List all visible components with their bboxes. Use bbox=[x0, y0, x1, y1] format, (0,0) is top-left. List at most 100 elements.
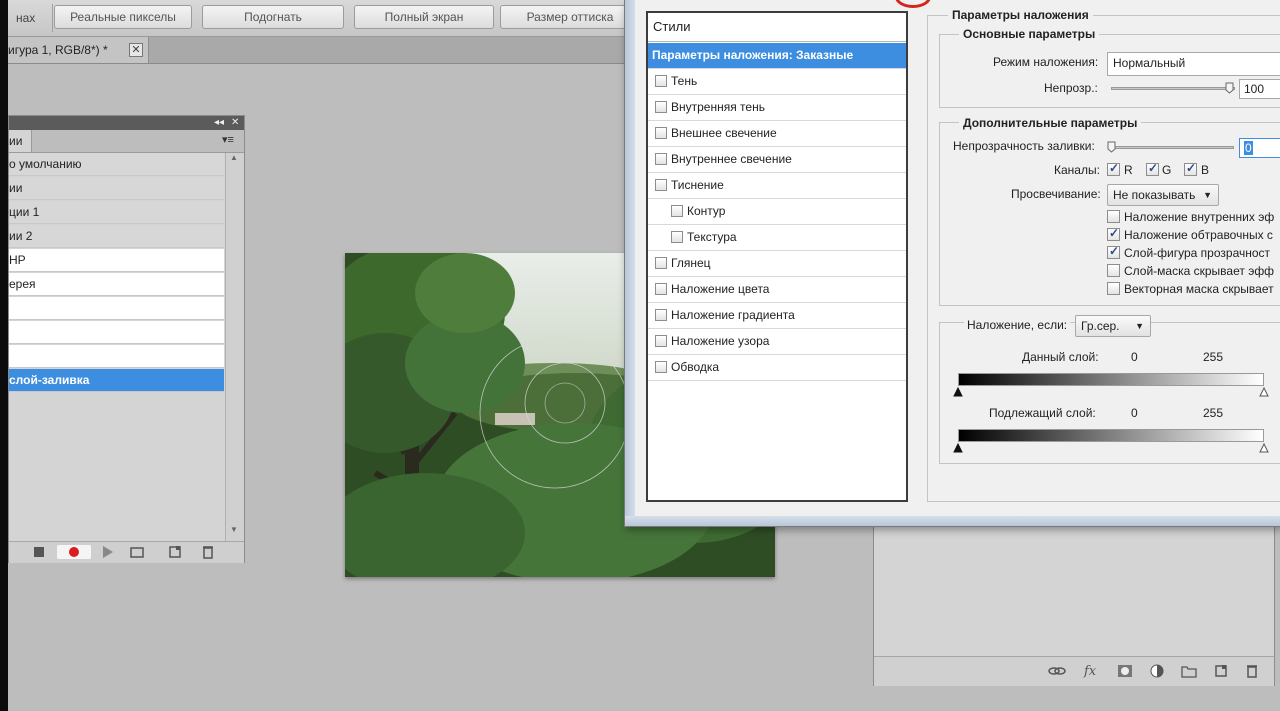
style-item-label: Наложение градиента bbox=[671, 308, 795, 322]
fill-opacity-slider[interactable] bbox=[1108, 146, 1234, 149]
action-row[interactable] bbox=[9, 345, 224, 368]
scroll-up-icon[interactable]: ▲ bbox=[230, 153, 238, 162]
fill-opacity-slider-thumb[interactable] bbox=[1107, 141, 1116, 153]
new-action-icon[interactable] bbox=[167, 545, 183, 559]
link-icon[interactable] bbox=[1048, 664, 1066, 678]
channel-g-checkbox[interactable] bbox=[1146, 161, 1159, 176]
opacity-slider-thumb[interactable] bbox=[1225, 82, 1234, 94]
style-checkbox[interactable] bbox=[655, 127, 667, 139]
style-checkbox[interactable] bbox=[655, 335, 667, 347]
blending-options-title: Параметры наложения bbox=[948, 8, 1093, 22]
actions-footer bbox=[9, 541, 244, 563]
action-set-row[interactable]: о умолчанию bbox=[9, 153, 224, 176]
style-item-gradient-overlay[interactable]: Наложение градиента bbox=[648, 303, 906, 329]
style-item-blending-options[interactable]: Параметры наложения: Заказные bbox=[648, 43, 906, 69]
blend-interior-checkbox[interactable] bbox=[1107, 210, 1120, 223]
style-checkbox[interactable] bbox=[655, 283, 667, 295]
underlying-black-slider[interactable] bbox=[953, 442, 963, 453]
blend-interior-label: Наложение внутренних эф bbox=[1124, 210, 1275, 224]
underlying-white-slider[interactable] bbox=[1259, 442, 1269, 453]
close-tab-icon[interactable]: ✕ bbox=[129, 43, 143, 57]
actions-scrollbar[interactable]: ▲ ▼ bbox=[225, 153, 244, 543]
styles-header[interactable]: Стили bbox=[648, 13, 906, 42]
new-layer-icon[interactable] bbox=[1213, 664, 1229, 678]
style-checkbox[interactable] bbox=[655, 153, 667, 165]
style-item-inner-glow[interactable]: Внутреннее свечение bbox=[648, 147, 906, 173]
channel-b-checkbox[interactable] bbox=[1184, 161, 1197, 176]
panel-titlebar[interactable]: ◂◂ ✕ bbox=[9, 116, 244, 130]
styles-list: Стили Параметры наложения: Заказные Тень… bbox=[646, 11, 908, 502]
dialog-frame bbox=[625, 0, 635, 526]
actions-list: о умолчанию ии ции 1 ии 2 HP ерея слой-з… bbox=[9, 153, 224, 508]
underlying-layer-max: 255 bbox=[1203, 406, 1224, 420]
underlying-layer-min: 0 bbox=[1131, 406, 1138, 420]
fit-screen-button[interactable]: Подогнать bbox=[202, 5, 344, 29]
style-checkbox[interactable] bbox=[655, 179, 667, 191]
channel-r-checkbox[interactable] bbox=[1107, 161, 1120, 176]
style-item-color-overlay[interactable]: Наложение цвета bbox=[648, 277, 906, 303]
opacity-label: Непрозр.: bbox=[1044, 81, 1098, 95]
style-item-contour[interactable]: Контур bbox=[648, 199, 906, 225]
tab-actions[interactable]: ии bbox=[9, 130, 32, 152]
stop-icon[interactable] bbox=[31, 545, 47, 559]
knockout-select[interactable]: Не показывать ▼ bbox=[1107, 184, 1219, 206]
action-row-selected[interactable]: слой-заливка bbox=[9, 369, 224, 392]
blend-clipped-checkbox[interactable] bbox=[1107, 226, 1120, 241]
style-item-drop-shadow[interactable]: Тень bbox=[648, 69, 906, 95]
style-item-pattern-overlay[interactable]: Наложение узора bbox=[648, 329, 906, 355]
group-icon[interactable] bbox=[1181, 664, 1197, 678]
blend-if-select[interactable]: Гр.сер. ▼ bbox=[1075, 315, 1151, 337]
style-item-texture[interactable]: Текстура bbox=[648, 225, 906, 251]
collapse-icon[interactable]: ◂◂ bbox=[214, 116, 224, 130]
action-set-row[interactable]: ии 2 bbox=[9, 225, 224, 248]
action-row[interactable] bbox=[9, 321, 224, 344]
style-checkbox[interactable] bbox=[655, 101, 667, 113]
print-size-button[interactable]: Размер оттиска bbox=[500, 5, 640, 29]
style-checkbox[interactable] bbox=[655, 75, 667, 87]
options-bar-label: нах bbox=[16, 11, 36, 25]
adjustment-icon[interactable] bbox=[1149, 664, 1165, 678]
panel-menu-icon[interactable]: ▾≡ bbox=[222, 133, 234, 146]
new-set-icon[interactable] bbox=[129, 545, 145, 559]
style-item-satin[interactable]: Глянец bbox=[648, 251, 906, 277]
close-icon[interactable]: ✕ bbox=[231, 116, 239, 130]
style-item-bevel-emboss[interactable]: Тиснение bbox=[648, 173, 906, 199]
blend-mode-select[interactable]: Нормальный bbox=[1107, 52, 1280, 76]
style-item-label: Обводка bbox=[671, 360, 720, 374]
delete-icon[interactable] bbox=[200, 545, 216, 559]
scroll-down-icon[interactable]: ▼ bbox=[230, 525, 238, 534]
full-screen-button[interactable]: Полный экран bbox=[354, 5, 494, 29]
opacity-slider[interactable] bbox=[1111, 87, 1235, 90]
transparency-shapes-label: Слой-фигура прозрачност bbox=[1124, 246, 1271, 260]
delete-icon[interactable] bbox=[1244, 664, 1260, 678]
actual-pixels-button[interactable]: Реальные пикселы bbox=[54, 5, 192, 29]
fx-icon[interactable]: fx bbox=[1084, 664, 1100, 679]
action-row[interactable]: ерея bbox=[9, 273, 224, 296]
style-checkbox[interactable] bbox=[671, 205, 683, 217]
record-icon[interactable] bbox=[57, 545, 91, 559]
document-tab[interactable]: игура 1, RGB/8*) * ✕ bbox=[8, 37, 149, 63]
action-row[interactable] bbox=[9, 297, 224, 320]
action-set-row[interactable]: ии bbox=[9, 177, 224, 200]
style-checkbox[interactable] bbox=[655, 361, 667, 373]
opacity-value: 100 bbox=[1244, 82, 1265, 96]
this-layer-white-slider[interactable] bbox=[1259, 386, 1269, 397]
style-checkbox[interactable] bbox=[655, 309, 667, 321]
transparency-shapes-checkbox[interactable] bbox=[1107, 244, 1120, 259]
fill-opacity-input[interactable]: 0 bbox=[1239, 138, 1280, 158]
style-item-stroke[interactable]: Обводка bbox=[648, 355, 906, 381]
style-item-outer-glow[interactable]: Внешнее свечение bbox=[648, 121, 906, 147]
this-layer-black-slider[interactable] bbox=[953, 386, 963, 397]
opacity-input[interactable]: 100 bbox=[1239, 79, 1280, 99]
play-icon[interactable] bbox=[99, 545, 115, 559]
action-row[interactable]: HP bbox=[9, 249, 224, 272]
actions-panel: ◂◂ ✕ ии ▾≡ о умолчанию ии ции 1 ии 2 HP … bbox=[8, 115, 245, 563]
layer-mask-hides-checkbox[interactable] bbox=[1107, 264, 1120, 277]
fill-opacity-value: 0 bbox=[1244, 141, 1253, 155]
style-item-inner-shadow[interactable]: Внутренняя тень bbox=[648, 95, 906, 121]
style-checkbox[interactable] bbox=[655, 257, 667, 269]
mask-icon[interactable] bbox=[1117, 664, 1133, 678]
action-set-row[interactable]: ции 1 bbox=[9, 201, 224, 224]
style-checkbox[interactable] bbox=[671, 231, 683, 243]
vector-mask-hides-checkbox[interactable] bbox=[1107, 282, 1120, 295]
